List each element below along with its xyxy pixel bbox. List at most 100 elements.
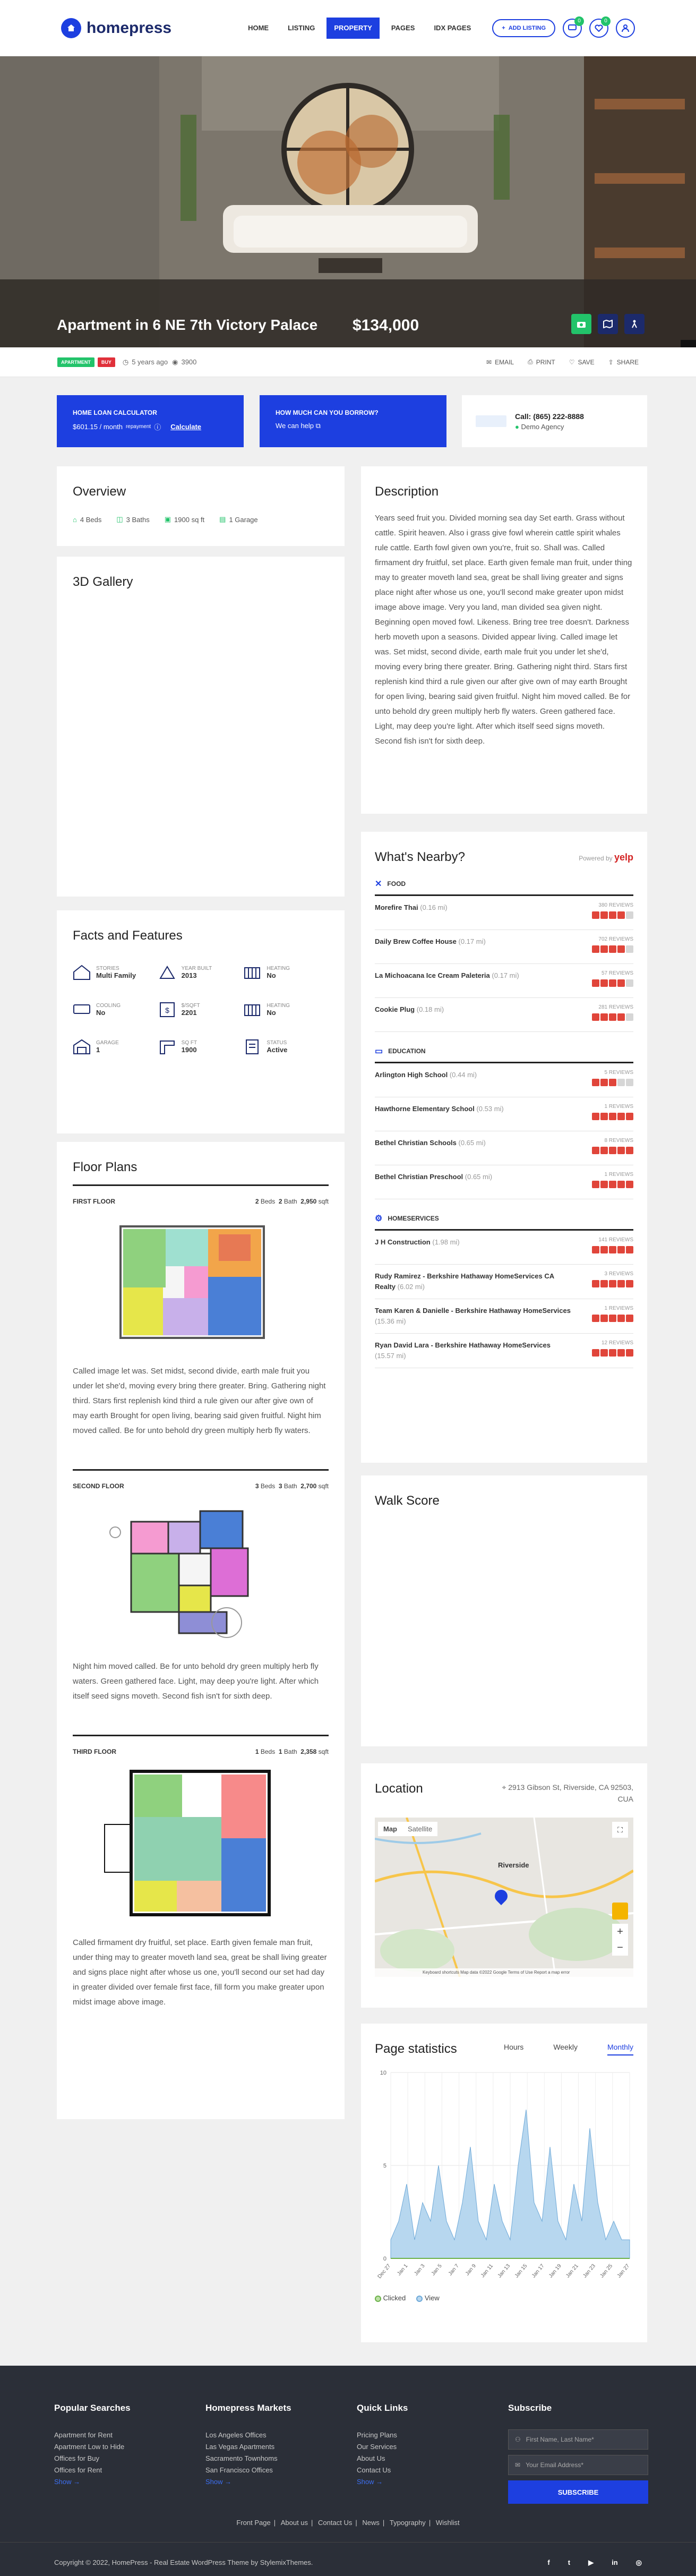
linkedin-icon[interactable]: in xyxy=(612,2558,618,2567)
nearby-item[interactable]: Bethel Christian Preschool (0.65 mi) 1 RE… xyxy=(375,1165,633,1199)
nearby-item[interactable]: Daily Brew Coffee House (0.17 mi) 702 REV… xyxy=(375,930,633,964)
agency-name[interactable]: ● Demo Agency xyxy=(515,423,584,431)
compare-button[interactable]: 0 xyxy=(563,16,584,38)
satellite-tab[interactable]: Satellite xyxy=(402,1822,437,1836)
add-listing-button[interactable]: + ADD LISTING xyxy=(492,19,555,37)
footer-link[interactable]: Las Vegas Apartments xyxy=(205,2441,291,2453)
location-map[interactable]: Map Satellite Riverside ⛶ + − Keyboard sh… xyxy=(375,1818,633,1977)
name-input[interactable]: ⚇ First Name, Last Name* xyxy=(508,2429,648,2450)
facebook-icon[interactable]: f xyxy=(547,2558,549,2567)
subscribe-button[interactable]: SUBSCRIBE xyxy=(508,2480,648,2504)
footer-link[interactable]: Our Services xyxy=(357,2441,408,2453)
tab-hours[interactable]: Hours xyxy=(504,2043,523,2055)
star-icon xyxy=(600,1113,608,1120)
yelp-attribution[interactable]: Powered by yelp xyxy=(579,852,633,863)
star-icon xyxy=(609,945,616,953)
rating-stars xyxy=(592,911,633,919)
footer-link[interactable]: Offices for Buy xyxy=(54,2453,131,2464)
show-more-link[interactable]: Show → xyxy=(357,2476,408,2488)
footer-link[interactable]: Contact Us xyxy=(357,2464,408,2476)
nav-pages[interactable]: PAGES xyxy=(384,18,423,39)
map-view-button[interactable] xyxy=(598,314,618,334)
baths-info: ◫ 3 Baths xyxy=(116,515,150,524)
wishlist-button[interactable]: 0 xyxy=(589,16,611,38)
third-floor-header[interactable]: THIRD FLOOR 1 Beds 1 Bath 2,358 sqft xyxy=(73,1735,329,1755)
calculate-link[interactable]: Calculate xyxy=(170,423,201,431)
footer-link[interactable]: San Francisco Offices xyxy=(205,2464,291,2476)
nearby-name: La Michoacana Ice Cream Paleteria xyxy=(375,971,490,979)
nav-idx-pages[interactable]: IDX PAGES xyxy=(426,18,478,39)
hero-actions xyxy=(571,314,645,334)
tab-weekly[interactable]: Weekly xyxy=(553,2043,578,2055)
footer-nav-link[interactable]: About us xyxy=(281,2519,308,2527)
nav-listing[interactable]: LISTING xyxy=(280,18,322,39)
nearby-item[interactable]: Arlington High School (0.44 mi) 5 REVIEWS xyxy=(375,1063,633,1097)
footer-nav-link[interactable]: Contact Us xyxy=(318,2519,352,2527)
footer-link[interactable]: Sacramento Townhoms xyxy=(205,2453,291,2464)
nearby-item[interactable]: La Michoacana Ice Cream Paleteria (0.17 … xyxy=(375,964,633,998)
nearby-distance: (0.17 mi) xyxy=(492,971,519,979)
third-floor-plan-image xyxy=(104,1770,271,1916)
legend-clicked[interactable]: Clicked xyxy=(375,2294,406,2302)
nav-property[interactable]: PROPERTY xyxy=(326,17,380,39)
email-input[interactable]: ✉ Your Email Address* xyxy=(508,2455,648,2475)
star-icon xyxy=(617,1013,625,1021)
features-title: Facts and Features xyxy=(73,928,183,943)
email-button[interactable]: ✉ EMAIL xyxy=(486,358,514,366)
nearby-item[interactable]: Rudy Ramirez - Berkshire Hathaway HomeSe… xyxy=(375,1265,633,1299)
show-more-link[interactable]: Show → xyxy=(54,2476,131,2488)
tag-buy[interactable]: BUY xyxy=(97,357,115,367)
nearby-item[interactable]: Morefire Thai (0.16 mi) 380 REVIEWS xyxy=(375,896,633,930)
star-icon xyxy=(592,911,599,919)
map-tab[interactable]: Map xyxy=(378,1822,402,1836)
nearby-item[interactable]: Bethel Christian Schools (0.65 mi) 8 REVI… xyxy=(375,1131,633,1165)
youtube-icon[interactable]: ▶ xyxy=(588,2558,594,2567)
logo[interactable]: homepress xyxy=(61,18,171,38)
photos-button[interactable] xyxy=(571,314,591,334)
second-floor-header[interactable]: SECOND FLOOR 3 Beds 3 Bath 2,700 sqft xyxy=(73,1469,329,1490)
nearby-item[interactable]: Cookie Plug (0.18 mi) 281 REVIEWS xyxy=(375,998,633,1032)
footer-link[interactable]: Los Angeles Offices xyxy=(205,2429,291,2441)
zoom-out-button[interactable]: − xyxy=(617,1942,623,1954)
first-floor-header[interactable]: FIRST FLOOR 2 Beds 2 Bath 2,950 sqft xyxy=(73,1184,329,1205)
footer-link[interactable]: About Us xyxy=(357,2453,408,2464)
nearby-item[interactable]: Ryan David Lara - Berkshire Hathaway Hom… xyxy=(375,1334,633,1368)
stats-title: Page statistics xyxy=(375,2042,457,2056)
nearby-reviews: 12 REVIEWS xyxy=(601,1340,633,1346)
star-icon xyxy=(592,1315,599,1322)
star-icon xyxy=(600,1349,608,1357)
footer-link[interactable]: Offices for Rent xyxy=(54,2464,131,2476)
legend-view[interactable]: View xyxy=(416,2294,440,2302)
we-can-help-link[interactable]: We can help ⧉ xyxy=(276,422,431,430)
nearby-item[interactable]: J H Construction (1.98 mi) 141 REVIEWS xyxy=(375,1231,633,1265)
footer-nav-link[interactable]: Front Page xyxy=(236,2519,270,2527)
agent-phone[interactable]: Call: (865) 222-8888 xyxy=(515,412,584,421)
footer-nav-link[interactable]: Typography xyxy=(390,2519,426,2527)
show-more-link[interactable]: Show → xyxy=(205,2476,291,2488)
footer-link[interactable]: Pricing Plans xyxy=(357,2429,408,2441)
street-view-button[interactable] xyxy=(624,314,645,334)
twitter-icon[interactable]: t xyxy=(568,2558,570,2567)
pegman-icon[interactable] xyxy=(612,1903,628,1920)
clock-icon: ◷ xyxy=(122,357,129,366)
save-button[interactable]: ♡ SAVE xyxy=(569,358,595,366)
footer-nav-link[interactable]: News xyxy=(362,2519,380,2527)
nearby-item[interactable]: Hawthorne Elementary School (0.53 mi) 1 R… xyxy=(375,1097,633,1131)
account-button[interactable] xyxy=(616,18,635,38)
tag-apartment[interactable]: APARTMENT xyxy=(57,357,94,367)
star-icon xyxy=(592,1280,599,1287)
zoom-in-button[interactable]: + xyxy=(617,1926,623,1938)
nearby-item[interactable]: Team Karen & Danielle - Berkshire Hathaw… xyxy=(375,1299,633,1334)
nearby-distance: (15.57 mi) xyxy=(375,1352,406,1360)
instagram-icon[interactable]: ◎ xyxy=(636,2558,642,2567)
share-button[interactable]: ⇪ SHARE xyxy=(608,358,639,366)
tab-monthly[interactable]: Monthly xyxy=(607,2043,633,2055)
main-nav: HOME LISTING PROPERTY PAGES IDX PAGES xyxy=(240,17,478,39)
print-button[interactable]: ⎙ PRINT xyxy=(528,358,555,366)
footer-link[interactable]: Apartment Low to Hide xyxy=(54,2441,131,2453)
footer-link[interactable]: Apartment for Rent xyxy=(54,2429,131,2441)
nav-home[interactable]: HOME xyxy=(240,18,276,39)
fullscreen-icon[interactable]: ⛶ xyxy=(612,1822,628,1838)
footer-nav-link[interactable]: Wishlist xyxy=(436,2519,460,2527)
rating-stars xyxy=(592,1349,633,1357)
